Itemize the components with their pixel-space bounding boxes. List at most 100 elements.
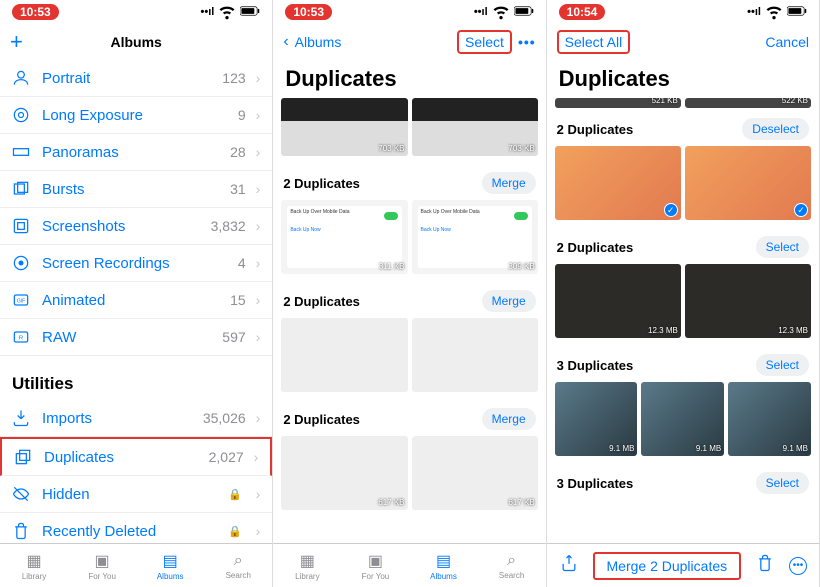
thumb[interactable]: 617 KB xyxy=(412,436,538,510)
page-title: Duplicates xyxy=(273,60,545,96)
thumb[interactable]: Back Up Over Mobile DataBack Up Now309 K… xyxy=(412,200,538,274)
row-duplicates[interactable]: Duplicates2,027› xyxy=(0,437,272,476)
row-raw[interactable]: RRAW597› xyxy=(0,319,272,356)
group-title: 2 Duplicates xyxy=(557,122,634,137)
tab-search[interactable]: ⌕Search xyxy=(478,544,546,587)
thumb[interactable]: 522 KB xyxy=(685,98,811,108)
row-screenshots[interactable]: Screenshots3,832› xyxy=(0,208,272,245)
back-button[interactable]: ‹Albums xyxy=(283,33,341,51)
thumb[interactable]: Back Up Over Mobile DataBack Up Now311 K… xyxy=(281,200,407,274)
thumb[interactable]: 12.3 MB xyxy=(685,264,811,338)
tab-for-you[interactable]: ▣For You xyxy=(341,544,409,587)
thumb[interactable]: ✓ xyxy=(555,146,681,220)
search-icon: ⌕ xyxy=(507,552,516,570)
row-recently-deleted[interactable]: Recently Deleted🔒› xyxy=(0,513,272,543)
thumb[interactable]: 9.1 MB xyxy=(641,382,724,456)
group-title: 2 Duplicates xyxy=(283,412,360,427)
chevron-right-icon: › xyxy=(256,70,261,86)
select-all-button[interactable]: Select All xyxy=(557,30,631,54)
check-icon: ✓ xyxy=(794,203,808,217)
deselect-button[interactable]: Deselect xyxy=(742,118,809,140)
thumb[interactable]: 9.1 MB xyxy=(728,382,811,456)
tab-for-you[interactable]: ▣For You xyxy=(68,544,136,587)
chevron-right-icon: › xyxy=(256,144,261,160)
select-button[interactable]: Select xyxy=(457,30,512,54)
row-hidden[interactable]: Hidden🔒› xyxy=(0,476,272,513)
select-button[interactable]: Select xyxy=(756,354,809,376)
merge-button[interactable]: Merge xyxy=(482,172,536,194)
foryou-icon: ▣ xyxy=(368,551,383,571)
more-button[interactable]: ••• xyxy=(789,557,807,575)
select-button[interactable]: Select xyxy=(756,236,809,258)
thumb[interactable] xyxy=(281,318,407,392)
albums-icon: ▤ xyxy=(163,551,178,571)
row-animated[interactable]: GIFAnimated15› xyxy=(0,282,272,319)
row-long-exposure[interactable]: Long Exposure9› xyxy=(0,97,272,134)
tab-library[interactable]: ▦Library xyxy=(0,544,68,587)
album-list: Portrait123› Long Exposure9› Panoramas28… xyxy=(0,60,272,543)
lock-icon: 🔒 xyxy=(228,525,242,538)
svg-text:GIF: GIF xyxy=(17,299,25,305)
row-bursts[interactable]: Bursts31› xyxy=(0,171,272,208)
page-title: Duplicates xyxy=(547,60,819,96)
wifi-icon xyxy=(217,1,237,24)
tab-albums[interactable]: ▤Albums xyxy=(136,544,204,587)
duplicates-icon xyxy=(12,446,34,468)
tab-search[interactable]: ⌕Search xyxy=(204,544,272,587)
chevron-right-icon: › xyxy=(256,486,261,502)
check-icon: ✓ xyxy=(664,203,678,217)
action-bar: Merge 2 Duplicates ••• xyxy=(547,543,819,587)
signal-icon: ••ıl xyxy=(474,6,488,18)
thumb[interactable]: 703 KB xyxy=(281,98,407,156)
status-time: 10:54 xyxy=(559,4,606,20)
tab-library[interactable]: ▦Library xyxy=(273,544,341,587)
signal-icon: ••ıl xyxy=(747,6,761,18)
cancel-button[interactable]: Cancel xyxy=(765,34,809,50)
nav-title: Albums xyxy=(0,34,272,50)
raw-icon: R xyxy=(10,326,32,348)
thumb[interactable]: 12.3 MB xyxy=(555,264,681,338)
group-title: 2 Duplicates xyxy=(283,176,360,191)
status-icons: ••ıl xyxy=(747,1,807,24)
search-icon: ⌕ xyxy=(234,552,243,570)
battery-icon xyxy=(787,1,807,24)
screen-duplicates-select: 10:54 ••ıl Select All Cancel Duplicates … xyxy=(547,0,820,587)
duplicates-content: 703 KB 703 KB 2 Duplicates Merge Back Up … xyxy=(273,96,545,543)
thumb[interactable]: 703 KB xyxy=(412,98,538,156)
lock-icon: 🔒 xyxy=(228,488,242,501)
group-title: 3 Duplicates xyxy=(557,358,634,373)
thumb[interactable]: 521 KB xyxy=(555,98,681,108)
add-button[interactable]: + xyxy=(10,29,23,55)
delete-button[interactable] xyxy=(755,553,775,578)
thumb[interactable] xyxy=(412,318,538,392)
wifi-icon xyxy=(764,1,784,24)
merge-button[interactable]: Merge xyxy=(482,290,536,312)
chevron-right-icon: › xyxy=(256,410,261,426)
share-button[interactable] xyxy=(559,553,579,578)
chevron-right-icon: › xyxy=(256,292,261,308)
status-bar: 10:54 ••ıl xyxy=(547,0,819,24)
nav-bar: Select All Cancel xyxy=(547,24,819,60)
chevron-right-icon: › xyxy=(256,218,261,234)
merge-button[interactable]: Merge xyxy=(482,408,536,430)
thumb[interactable]: 9.1 MB xyxy=(555,382,638,456)
chevron-right-icon: › xyxy=(256,255,261,271)
signal-icon: ••ıl xyxy=(201,6,215,18)
screen-duplicates: 10:53 ••ıl ‹Albums Select ••• Duplicates… xyxy=(273,0,546,587)
screenshots-icon xyxy=(10,215,32,237)
thumb[interactable]: ✓ xyxy=(685,146,811,220)
nav-bar: ‹Albums Select ••• xyxy=(273,24,545,60)
row-portrait[interactable]: Portrait123› xyxy=(0,60,272,97)
row-screen-recordings[interactable]: Screen Recordings4› xyxy=(0,245,272,282)
animated-icon: GIF xyxy=(10,289,32,311)
merge-duplicates-button[interactable]: Merge 2 Duplicates xyxy=(593,552,741,580)
thumb[interactable]: 617 KB xyxy=(281,436,407,510)
chevron-left-icon: ‹ xyxy=(283,33,288,51)
group-title: 2 Duplicates xyxy=(283,294,360,309)
more-button[interactable]: ••• xyxy=(518,34,536,50)
row-imports[interactable]: Imports35,026› xyxy=(0,400,272,437)
hidden-icon xyxy=(10,483,32,505)
row-panoramas[interactable]: Panoramas28› xyxy=(0,134,272,171)
select-button[interactable]: Select xyxy=(756,472,809,494)
tab-albums[interactable]: ▤Albums xyxy=(409,544,477,587)
